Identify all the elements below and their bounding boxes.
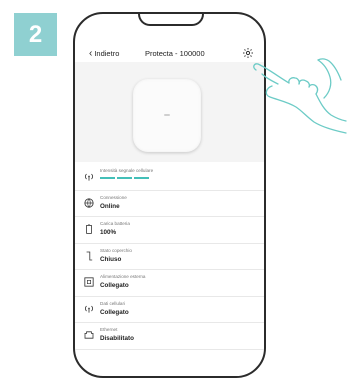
list-item-ethernet[interactable]: Ethernet Disabilitato: [75, 323, 264, 350]
lid-icon: [84, 251, 94, 261]
list-item-cellular[interactable]: Dati cellulari Collegato: [75, 297, 264, 323]
chevron-left-icon: ‹: [89, 48, 93, 59]
signal-bar: [100, 177, 115, 179]
pointing-hand-icon: [253, 58, 347, 134]
list-item-battery[interactable]: Carica batteria 100%: [75, 217, 264, 244]
device-image-area: [75, 62, 264, 162]
item-value: Disabilitato: [100, 335, 134, 342]
power-icon: [84, 277, 94, 287]
item-label: Alimentazione esterna: [100, 274, 146, 279]
phone-frame: ‹ Indietro Protecta - 100000 Intensità s…: [73, 12, 266, 378]
list-item-lid[interactable]: Stato coperchio Chiuso: [75, 244, 264, 270]
list-item-connection[interactable]: Connessione Online: [75, 191, 264, 217]
battery-icon: [84, 224, 94, 234]
page-title: Protecta - 100000: [145, 49, 205, 58]
hub-device-image: [133, 79, 201, 152]
item-value: Collegato: [100, 282, 129, 289]
back-button[interactable]: ‹ Indietro: [89, 48, 120, 59]
item-label: Connessione: [100, 194, 127, 200]
list-item-power[interactable]: Alimentazione esterna Collegato: [75, 270, 264, 297]
item-label: Stato coperchio: [100, 247, 132, 253]
nav-bar: ‹ Indietro Protecta - 100000: [75, 46, 264, 62]
item-label: Intensità segnale cellulare: [100, 168, 154, 173]
item-label: Carica batteria: [100, 221, 130, 226]
step-badge: 2: [14, 13, 57, 56]
cellular-icon: [84, 304, 94, 314]
list-item-signal[interactable]: Intensità segnale cellulare: [75, 164, 264, 191]
signal-bar: [134, 177, 149, 179]
item-value: Online: [100, 202, 120, 210]
hub-led: [164, 114, 170, 116]
ethernet-icon: [84, 330, 94, 340]
item-value: 100%: [100, 229, 117, 236]
signal-strength-bars: [100, 177, 149, 179]
signal-icon: [84, 171, 94, 181]
signal-bar: [117, 177, 132, 179]
item-label: Ethernet: [100, 327, 118, 332]
item-label: Dati cellulari: [100, 300, 126, 306]
back-label: Indietro: [94, 49, 120, 58]
item-value: Collegato: [100, 308, 129, 316]
phone-screen: ‹ Indietro Protecta - 100000 Intensità s…: [75, 14, 264, 376]
item-value: Chiuso: [100, 255, 122, 263]
status-list: Intensità segnale cellulare Connessione …: [75, 164, 264, 350]
globe-icon: [84, 197, 94, 208]
